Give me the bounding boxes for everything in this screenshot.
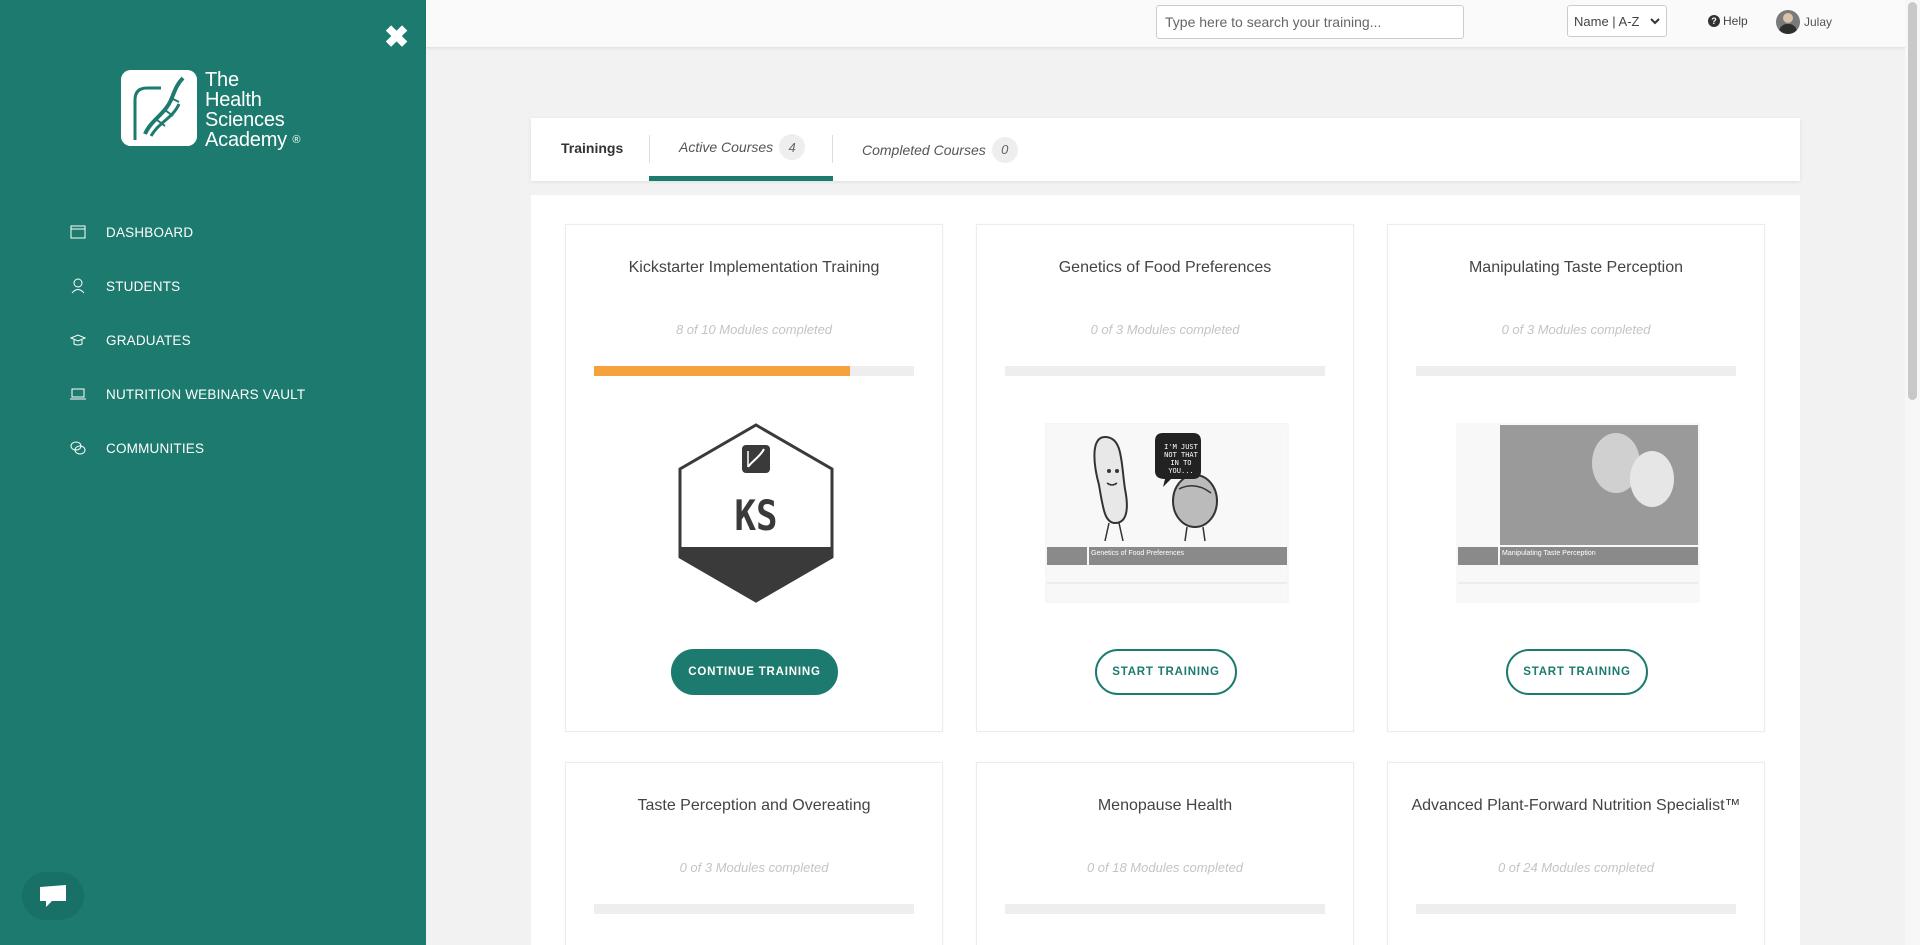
course-progress-text: 0 of 3 Modules completed (1090, 322, 1240, 337)
course-thumbnail[interactable]: Manipulating Taste Perception (1456, 423, 1700, 603)
logo-text: The Health Sciences Academy ® (205, 69, 301, 151)
start-training-button[interactable]: START TRAINING (1095, 649, 1237, 695)
sidebar-item-label: GRADUATES (106, 332, 191, 348)
tab-completed-courses[interactable]: Completed Courses 0 (832, 118, 1018, 181)
course-card: Taste Perception and Overeating 0 of 3 M… (565, 762, 943, 945)
avatar (1776, 10, 1800, 34)
chevron-down-icon (1650, 18, 1660, 25)
sidebar-nav: DASHBOARD STUDENTS GRADUATES NUTRITION W… (70, 205, 305, 475)
course-progress-text: 0 of 3 Modules completed (1501, 322, 1651, 337)
course-title: Advanced Plant-Forward Nutrition Special… (1411, 797, 1741, 814)
scrollbar-thumb[interactable] (1908, 2, 1917, 400)
sidebar-item-nutrition-webinars-vault[interactable]: NUTRITION WEBINARS VAULT (70, 367, 305, 421)
thumbnail-caption: Genetics of Food Preferences (1091, 550, 1184, 557)
course-progress-bar (1005, 904, 1325, 914)
page-scrollbar[interactable] (1905, 0, 1920, 945)
laptop-icon (70, 386, 86, 402)
sidebar-item-label: DASHBOARD (106, 224, 194, 240)
course-card: Menopause Health 0 of 18 Modules complet… (976, 762, 1354, 945)
chat-widget-button[interactable] (22, 872, 84, 920)
tab-active-courses[interactable]: Active Courses 4 (649, 118, 833, 181)
calendar-icon (70, 224, 86, 240)
count-badge: 0 (991, 136, 1018, 163)
sidebar-item-students[interactable]: STUDENTS (70, 259, 305, 313)
sidebar-item-dashboard[interactable]: DASHBOARD (70, 205, 305, 259)
user-menu[interactable]: Julay (1776, 10, 1832, 34)
thumbnail-caption: Manipulating Taste Perception (1502, 550, 1596, 557)
sort-select-value: Name | A-Z (1574, 13, 1640, 29)
course-title: Taste Perception and Overeating (637, 797, 871, 814)
help-link[interactable]: ? Help (1708, 14, 1748, 28)
count-badge: 4 (779, 134, 806, 160)
top-bar: Name | A-Z ? Help Julay (426, 0, 1920, 48)
sidebar-item-label: NUTRITION WEBINARS VAULT (106, 386, 306, 402)
course-progress-fill (594, 366, 850, 376)
user-icon (70, 278, 86, 294)
sort-select[interactable]: Name | A-Z (1567, 5, 1667, 37)
course-progress-text: 0 of 24 Modules completed (1497, 860, 1655, 875)
question-circle-icon: ? (1708, 15, 1720, 27)
course-card: Kickstarter Implementation Training 8 of… (565, 224, 943, 732)
badge-text: KS (734, 491, 778, 540)
trainings-tabs: Trainings Active Courses 4 Completed Cou… (531, 118, 1800, 181)
course-progress-bar (1416, 904, 1736, 914)
trainings-title: Trainings (561, 140, 624, 156)
course-card: Manipulating Taste Perception 0 of 3 Mod… (1387, 224, 1765, 732)
speech-bubble-text: I'M JUST NOT THAT IN TO YOU... (1164, 443, 1198, 475)
course-card: Advanced Plant-Forward Nutrition Special… (1387, 762, 1765, 945)
chat-bubbles-icon (70, 440, 86, 456)
sidebar: ✖ The Health Sciences Academy ® DASHBOAR… (0, 0, 426, 945)
course-progress-text: 8 of 10 Modules completed (675, 322, 833, 337)
course-badge-image[interactable]: KS (676, 423, 836, 608)
course-progress-text: 0 of 18 Modules completed (1086, 860, 1244, 875)
course-progress-bar (594, 366, 914, 376)
course-title: Kickstarter Implementation Training (628, 259, 880, 276)
course-title: Manipulating Taste Perception (1468, 259, 1684, 276)
course-progress-bar (1005, 366, 1325, 376)
course-card: Genetics of Food Preferences 0 of 3 Modu… (976, 224, 1354, 732)
continue-training-button[interactable]: CONTINUE TRAINING (671, 649, 838, 695)
sidebar-item-graduates[interactable]: GRADUATES (70, 313, 305, 367)
tab-label: Completed Courses (862, 141, 986, 158)
graduation-cap-icon (70, 332, 86, 348)
sidebar-item-label: COMMUNITIES (106, 440, 205, 456)
start-training-button[interactable]: START TRAINING (1506, 649, 1648, 695)
course-progress-bar (1416, 366, 1736, 376)
logo-dna-icon (121, 70, 197, 146)
course-title: Genetics of Food Preferences (1058, 259, 1272, 276)
tab-label: Active Courses (679, 139, 774, 155)
logo[interactable]: The Health Sciences Academy ® (121, 70, 300, 150)
user-name: Julay (1804, 15, 1833, 29)
chat-icon (40, 885, 66, 907)
help-label: Help (1723, 14, 1748, 28)
sidebar-item-communities[interactable]: COMMUNITIES (70, 421, 305, 475)
course-progress-bar (594, 904, 914, 914)
courses-grid: Kickstarter Implementation Training 8 of… (531, 195, 1800, 945)
close-sidebar-button[interactable]: ✖ (384, 23, 409, 53)
course-thumbnail[interactable]: I'M JUST NOT THAT IN TO YOU... Genetics … (1045, 423, 1289, 603)
search-input[interactable] (1156, 5, 1464, 39)
course-title: Menopause Health (1097, 797, 1233, 814)
course-progress-text: 0 of 3 Modules completed (679, 860, 829, 875)
sidebar-item-label: STUDENTS (106, 278, 181, 294)
